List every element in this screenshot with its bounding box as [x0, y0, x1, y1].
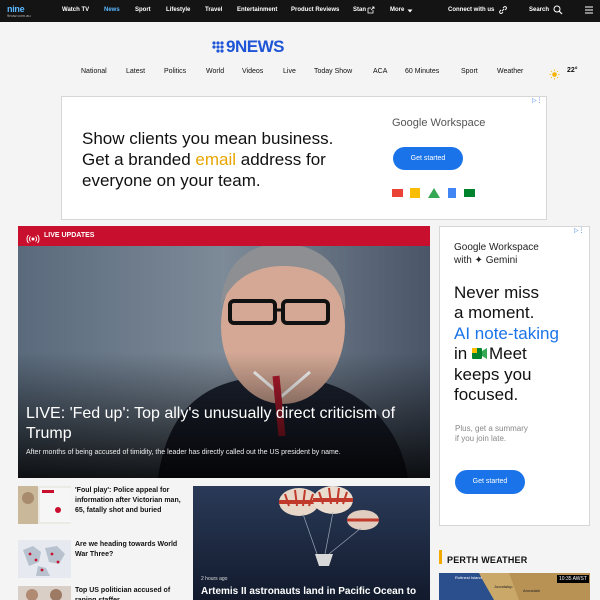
nav-videos[interactable]: Videos: [242, 68, 263, 75]
side-get-started-button[interactable]: Get started: [455, 470, 525, 494]
ad-line-2: Get a branded email address for: [82, 150, 326, 169]
live-updates-label: LIVE UPDATES: [44, 232, 95, 239]
story-timestamp: 2 hours ago: [201, 576, 228, 582]
ad-line-3: everyone on your team.: [82, 171, 261, 190]
external-link-icon: [367, 6, 375, 14]
meet-icon: [471, 345, 487, 359]
weather-radar-map[interactable]: Rottnest Island Joondalup Armadale 10:35…: [439, 573, 590, 600]
google-workspace-banner-ad[interactable]: ▷⋮ Show clients you mean business. Get a…: [61, 96, 547, 220]
feature-story-card[interactable]: 2 hours ago Artemis II astronauts land i…: [193, 486, 430, 600]
list-item[interactable]: Are we heading towards World War Three?: [18, 540, 184, 580]
ad-side-line-5: keeps you: [454, 365, 532, 384]
nav-weather[interactable]: Weather: [497, 68, 523, 75]
nav-world[interactable]: World: [206, 68, 224, 75]
ad-side-line-2: a moment.: [454, 303, 535, 322]
search-label[interactable]: Search: [529, 7, 549, 13]
current-temperature[interactable]: 22°: [567, 67, 578, 74]
get-started-button[interactable]: Get started: [393, 147, 463, 170]
map-town-label: Joondalup: [494, 584, 513, 589]
live-updates-tag: LIVE UPDATES: [18, 226, 430, 246]
ad-side-line-1: Never miss: [454, 283, 540, 302]
nine-logo-subtext: 9now.com.au: [7, 13, 31, 18]
ad-side-brand: Google Workspace with ✦ Gemini: [454, 242, 539, 266]
nav-60-minutes[interactable]: 60 Minutes: [405, 68, 439, 75]
adchoices-icon-side[interactable]: ▷⋮: [574, 227, 588, 235]
list-item[interactable]: 'Foul play': Police appeal for informati…: [18, 486, 184, 526]
topnav-sport[interactable]: Sport: [135, 7, 151, 13]
topnav-lifestyle[interactable]: Lifestyle: [166, 7, 190, 13]
hero-summary: After months of being accused of timidit…: [26, 449, 341, 456]
nav-aca[interactable]: ACA: [373, 68, 387, 75]
topnav-product-reviews[interactable]: Product Reviews: [291, 7, 339, 13]
brand-name: 9NEWS: [226, 37, 284, 56]
story-title[interactable]: Are we heading towards World War Three?: [75, 540, 187, 560]
chevron-down-icon: [407, 8, 413, 14]
ad-side-small-text: Plus, get a summary if you join late.: [455, 424, 528, 443]
story-title[interactable]: Top US politician accused of raping staf…: [75, 586, 187, 600]
topnav-watch-tv[interactable]: Watch TV: [62, 7, 89, 13]
map-town-label: Armadale: [523, 588, 541, 593]
topnav-more[interactable]: More: [390, 7, 404, 13]
story-thumbnail: [18, 540, 71, 578]
nine-logo[interactable]: nine 9now.com.au: [7, 4, 41, 18]
topnav-stan[interactable]: Stan: [353, 7, 366, 13]
radar-timestamp: 10:35 AWST: [557, 575, 589, 583]
link-icon[interactable]: [498, 5, 508, 15]
nine-dots-icon: [212, 40, 224, 53]
google-apps-icons: [392, 186, 482, 198]
weather-section-accent: [439, 550, 442, 564]
hamburger-menu-icon[interactable]: [584, 5, 594, 15]
search-icon[interactable]: [553, 5, 563, 15]
adchoices-icon[interactable]: ▷⋮: [532, 97, 546, 105]
nav-sport[interactable]: Sport: [461, 68, 478, 75]
topnav-news[interactable]: News: [104, 7, 120, 13]
hero-headline[interactable]: LIVE: 'Fed up': Top ally's unusually dir…: [26, 404, 426, 444]
story-thumbnail: [18, 586, 71, 600]
map-town-label: Rottnest Island: [455, 575, 482, 580]
google-workspace-logo: Google Workspace: [392, 117, 486, 129]
connect-with-us-link[interactable]: Connect with us: [448, 7, 494, 13]
story-thumbnail: [18, 486, 71, 524]
google-workspace-side-ad[interactable]: ▷⋮ Google Workspace with ✦ Gemini Never …: [439, 226, 590, 526]
nav-politics[interactable]: Politics: [164, 68, 186, 75]
ad-line-1: Show clients you mean business.: [82, 129, 334, 148]
ad-side-line-6: focused.: [454, 385, 519, 404]
top-bar: nine 9now.com.au Watch TV News Sport Lif…: [0, 0, 600, 22]
story-title[interactable]: 'Foul play': Police appeal for informati…: [75, 486, 187, 516]
nav-national[interactable]: National: [81, 68, 107, 75]
nav-today-show[interactable]: Today Show: [314, 68, 352, 75]
9news-logo[interactable]: 9NEWS: [212, 37, 307, 56]
ad-side-line-3: AI note-taking: [454, 324, 559, 343]
topnav-travel[interactable]: Travel: [205, 7, 222, 13]
hero-story[interactable]: LIVE: 'Fed up': Top ally's unusually dir…: [18, 226, 430, 478]
topnav-entertainment[interactable]: Entertainment: [237, 7, 277, 13]
live-broadcast-icon: [26, 231, 40, 244]
feature-headline[interactable]: Artemis II astronauts land in Pacific Oc…: [201, 586, 416, 597]
perth-weather-heading[interactable]: PERTH WEATHER: [447, 555, 527, 565]
artemis-image: [193, 486, 430, 600]
sun-icon: [549, 67, 560, 80]
ad-side-line-4: in Meet: [454, 344, 527, 363]
nav-live[interactable]: Live: [283, 68, 296, 75]
list-item[interactable]: Top US politician accused of raping staf…: [18, 586, 184, 600]
nav-latest[interactable]: Latest: [126, 68, 145, 75]
